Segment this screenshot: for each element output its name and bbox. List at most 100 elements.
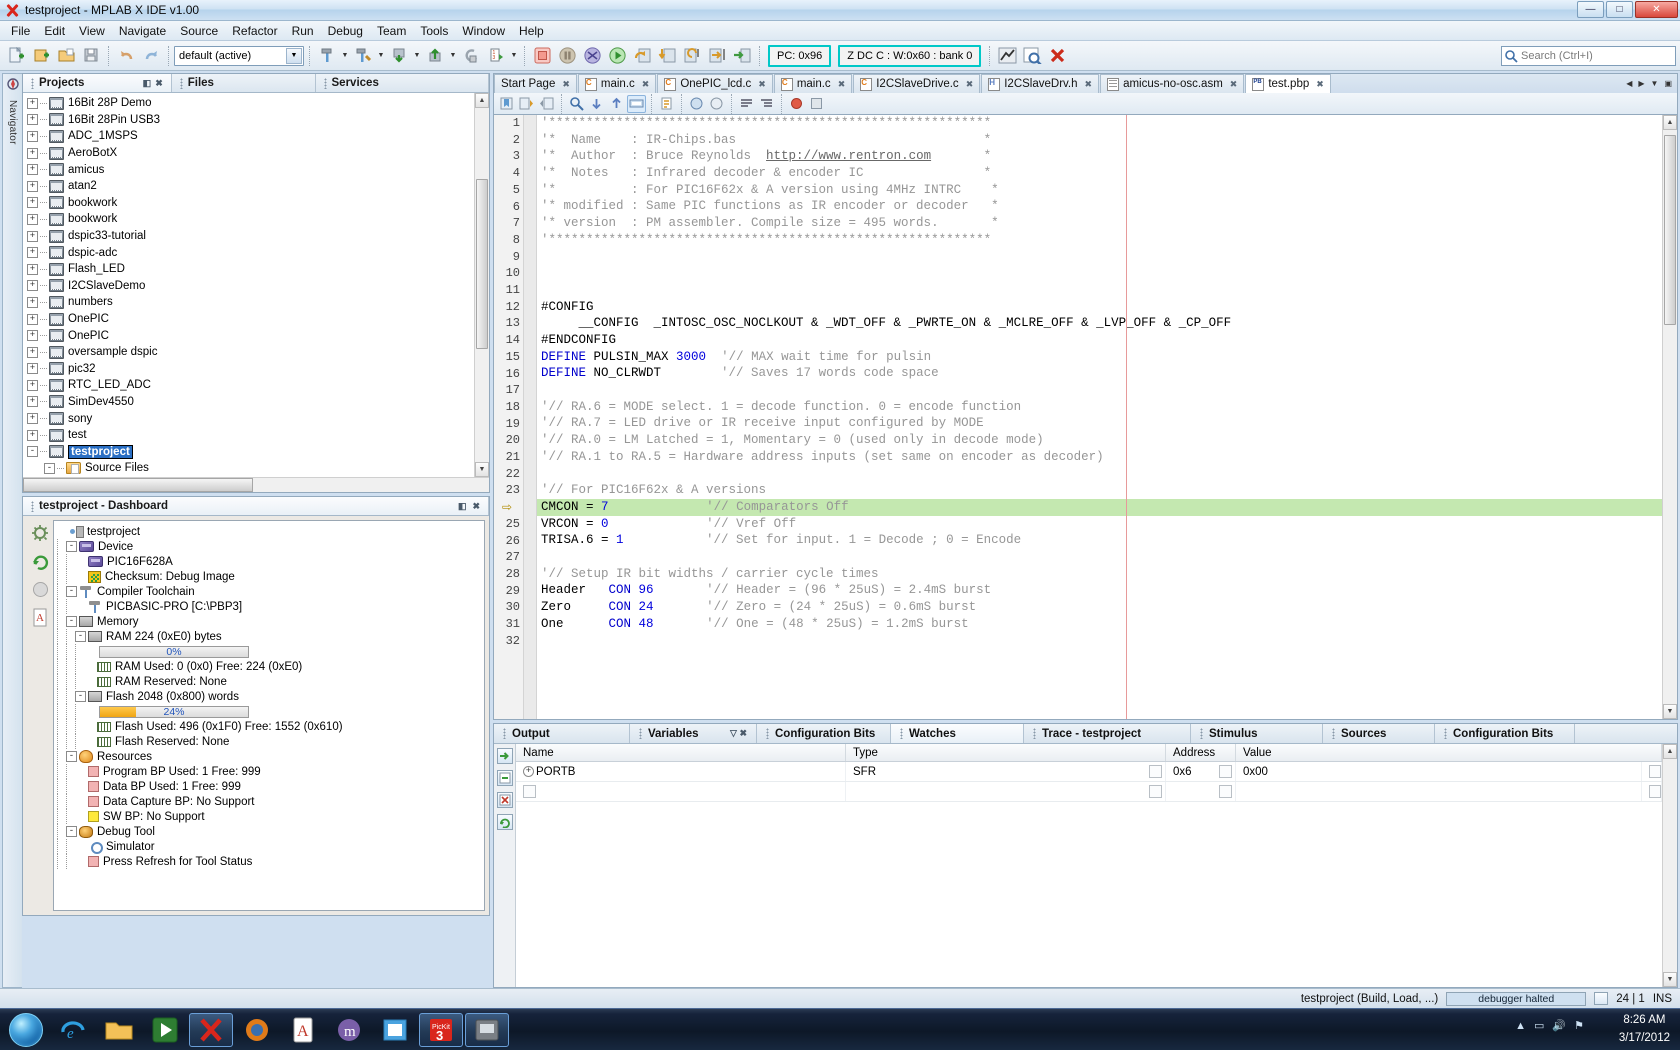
pickit3-icon[interactable]: PicKit3 [419, 1013, 463, 1047]
tree-expander[interactable]: - [66, 541, 77, 552]
scroll-up-arrow[interactable]: ▲ [475, 93, 489, 108]
tree-expander[interactable]: - [44, 463, 55, 474]
close-tab-icon[interactable]: ✖ [758, 79, 766, 90]
dashboard-row[interactable]: -Flash 2048 (0x800) words [57, 689, 484, 704]
tab-window-buttons[interactable]: ▽ ✖ [730, 728, 747, 739]
tree-expander[interactable]: + [27, 114, 38, 125]
dashboard-row[interactable]: Data Capture BP: No Support [57, 794, 484, 809]
chart-view-icon[interactable] [995, 44, 1019, 68]
close-tab-icon[interactable]: ✖ [966, 79, 974, 90]
delete-watch-icon[interactable] [497, 792, 513, 808]
chevron-down-icon[interactable]: ▼ [509, 44, 519, 68]
chevron-down-icon[interactable]: ▼ [412, 44, 422, 68]
code-line[interactable]: '***************************************… [537, 115, 1677, 132]
menu-edit[interactable]: Edit [37, 22, 72, 40]
dashboard-row[interactable]: 24% [57, 704, 484, 719]
project-tree-item[interactable]: +16Bit 28Pin USB3 [23, 112, 489, 129]
app-icon[interactable]: m [327, 1013, 371, 1047]
column-header-name[interactable]: Name [516, 744, 846, 761]
navigator-strip[interactable]: Navigator [2, 73, 22, 988]
tree-expander[interactable]: + [27, 197, 38, 208]
watches-table[interactable]: NameTypeAddressValue +PORTBSFR0x60x00 [516, 744, 1662, 987]
device-info-icon[interactable] [31, 580, 50, 599]
new-file-icon[interactable] [4, 44, 28, 68]
hscrollbar-thumb[interactable] [23, 478, 253, 492]
project-tree-item[interactable]: +dspic33-tutorial [23, 228, 489, 245]
tray-action-center-icon[interactable]: ⚑ [1574, 1019, 1584, 1032]
editor-tab-test-pbp[interactable]: test.pbp✖ [1245, 74, 1330, 93]
build-project-icon[interactable] [315, 44, 339, 68]
close-tab-icon[interactable]: ✖ [1085, 79, 1093, 90]
tree-expander[interactable]: + [27, 148, 38, 159]
code-editor[interactable]: '***************************************… [493, 114, 1678, 720]
project-tree-item[interactable]: +16Bit 28P Demo [23, 95, 489, 112]
tray-volume-icon[interactable]: 🔊 [1552, 1019, 1566, 1032]
tree-expander[interactable]: - [66, 826, 77, 837]
chevron-down-icon[interactable]: ▼ [376, 44, 386, 68]
tree-expander[interactable]: + [27, 347, 38, 358]
dashboard-row[interactable]: 0% [57, 644, 484, 659]
project-tree-item[interactable]: +test [23, 427, 489, 444]
tree-expander[interactable]: + [27, 330, 38, 341]
projects-tree[interactable]: +16Bit 28P Demo+16Bit 28Pin USB3+ADC_1MS… [23, 93, 489, 477]
code-line[interactable]: #ENDCONFIG [537, 332, 1677, 349]
scroll-down-arrow[interactable]: ▼ [1663, 972, 1677, 987]
project-tree-item[interactable]: +ADC_1MSPS [23, 128, 489, 145]
code-line[interactable]: '* Author : Bruce Reynolds http://www.re… [537, 148, 1677, 165]
cell-edit-icon[interactable] [1149, 765, 1162, 778]
code-line[interactable]: DEFINE NO_CLRWDT '// Saves 17 words code… [537, 365, 1677, 382]
watch-cell[interactable] [846, 782, 1166, 801]
project-tree-item[interactable]: +atan2 [23, 178, 489, 195]
tree-expander[interactable]: + [27, 280, 38, 291]
watch-row-tail[interactable] [1642, 762, 1662, 781]
projects-scrollbar[interactable]: ▲ ▼ [474, 93, 489, 477]
next-bookmark-icon[interactable] [517, 95, 536, 113]
taskbar-clock[interactable]: 8:26 AM 3/17/2012 [1619, 1011, 1670, 1047]
watches-table-row[interactable] [516, 782, 1662, 802]
minimize-button[interactable]: — [1577, 1, 1604, 18]
code-line[interactable] [537, 465, 1677, 482]
tree-expander[interactable]: + [27, 131, 38, 142]
new-runtime-watch-icon[interactable] [497, 770, 513, 786]
device-tool-icon[interactable] [465, 1013, 509, 1047]
tree-expander[interactable]: + [27, 430, 38, 441]
delete-all-breakpoints-icon[interactable] [1045, 44, 1069, 68]
project-tree-item[interactable]: +OnePIC [23, 311, 489, 328]
project-tree-item[interactable]: +Flash_LED [23, 261, 489, 278]
column-header-value[interactable]: Value [1236, 744, 1662, 761]
menu-team[interactable]: Team [370, 22, 413, 40]
close-button[interactable]: ✕ [1635, 1, 1678, 18]
project-tree-item[interactable]: +numbers [23, 294, 489, 311]
chevron-down-icon[interactable]: ▼ [340, 44, 350, 68]
code-line[interactable]: '* Notes : Infrared decoder & encoder IC… [537, 165, 1677, 182]
dashboard-row[interactable]: Data BP Used: 1 Free: 999 [57, 779, 484, 794]
editor-scrollbar[interactable]: ▲ ▼ [1662, 115, 1677, 719]
find-icon[interactable] [567, 95, 586, 113]
dashboard-row[interactable]: -RAM 224 (0xE0) bytes [57, 629, 484, 644]
configuration-combo[interactable]: default (active) ▼ [174, 46, 304, 66]
tray-network-icon[interactable]: ▭ [1534, 1019, 1544, 1032]
chevron-down-icon[interactable]: ▼ [448, 44, 458, 68]
code-line[interactable]: CMCON = 7 '// Comparators Off [537, 499, 1677, 516]
tree-expander[interactable]: - [66, 616, 77, 627]
cell-edit-icon[interactable] [1149, 785, 1162, 798]
cell-edit-icon[interactable] [1219, 765, 1232, 778]
code-line[interactable]: '* modified : Same PIC functions as IR e… [537, 198, 1677, 215]
tree-expander[interactable]: + [27, 396, 38, 407]
code-line[interactable]: '***************************************… [537, 232, 1677, 249]
code-area[interactable]: '***************************************… [537, 115, 1677, 719]
tab-services[interactable]: Services [316, 74, 489, 92]
project-tree-item[interactable]: +sony [23, 410, 489, 427]
scroll-up-arrow[interactable]: ▲ [1663, 744, 1677, 759]
code-line[interactable]: '// For PIC16F62x & A versions [537, 482, 1677, 499]
project-tree-item[interactable]: +SimDev4550 [23, 394, 489, 411]
find-previous-icon[interactable] [587, 95, 606, 113]
bottom-tab-variables[interactable]: Variables▽ ✖ [630, 724, 757, 743]
code-line[interactable]: DEFINE PULSIN_MAX 3000 '// MAX wait time… [537, 349, 1677, 366]
menu-navigate[interactable]: Navigate [112, 22, 173, 40]
menu-help[interactable]: Help [512, 22, 551, 40]
dashboard-tree[interactable]: testproject-DevicePIC16F628AChecksum: De… [53, 520, 485, 911]
watch-row-tail[interactable] [1642, 782, 1662, 801]
tree-expander[interactable]: - [66, 751, 77, 762]
code-line[interactable]: __CONFIG _INTOSC_OSC_NOCLKOUT & _WDT_OFF… [537, 315, 1677, 332]
